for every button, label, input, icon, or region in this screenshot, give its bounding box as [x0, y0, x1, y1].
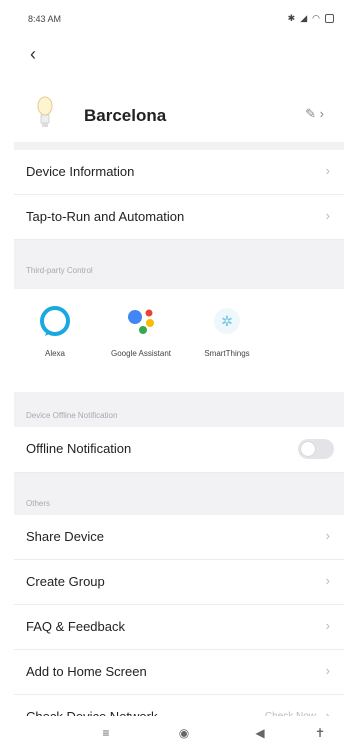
tap-to-run-row[interactable]: Tap-to-Run and Automation ›: [14, 195, 344, 240]
section-gap: [14, 240, 344, 289]
section-gap: [14, 392, 344, 427]
chevron-right-icon: ›: [325, 208, 330, 223]
faq-feedback-row[interactable]: FAQ & Feedback ›: [14, 605, 344, 650]
section-title-third-party: Third-party Control: [26, 266, 93, 275]
home-icon[interactable]: ◉: [174, 726, 194, 746]
row-label: Share Device: [26, 529, 105, 544]
alexa-icon: [37, 303, 73, 339]
chevron-right-icon: ›: [325, 618, 330, 633]
google-assistant-item[interactable]: Google Assistant: [106, 303, 176, 359]
chevron-right-icon: ›: [325, 663, 330, 678]
section-title-others: Others: [26, 499, 51, 508]
offline-notification-row: Offline Notification: [14, 427, 344, 473]
edit-name-icon[interactable]: ✎ ›: [305, 106, 324, 122]
row-label: FAQ & Feedback: [26, 619, 125, 634]
svg-text:✲: ✲: [221, 314, 233, 330]
system-nav-bar: ≡ ◉ ◀ ✝: [14, 716, 344, 751]
smartthings-label: SmartThings: [204, 349, 250, 358]
row-label: Tap-to-Run and Automation: [26, 209, 185, 224]
section-title-offline: Device Offline Notification: [26, 411, 118, 420]
google-assistant-label: Google Assistant: [110, 349, 172, 358]
accessibility-icon[interactable]: ✝: [310, 726, 330, 746]
device-header: Barcelona ✎ ›: [14, 86, 344, 142]
create-group-row[interactable]: Create Group ›: [14, 560, 344, 605]
alexa-item[interactable]: Alexa: [20, 303, 90, 359]
chevron-right-icon: ›: [325, 163, 330, 178]
add-to-home-screen-row[interactable]: Add to Home Screen ›: [14, 650, 344, 695]
section-gap: [14, 473, 344, 515]
row-label: Create Group: [26, 574, 105, 589]
menu-icon[interactable]: ≡: [96, 726, 116, 746]
offline-notification-toggle[interactable]: [298, 439, 334, 459]
google-assistant-icon: [123, 303, 159, 339]
toggle-knob: [301, 442, 315, 456]
row-label: Offline Notification: [26, 441, 132, 456]
row-label: Device Information: [26, 164, 135, 179]
status-bar: 8:43 AM ✱ ◢ ◠: [14, 0, 344, 36]
battery-icon: [325, 14, 334, 23]
divider: [14, 142, 344, 150]
smartthings-icon: ✲: [209, 303, 245, 339]
row-label: Add to Home Screen: [26, 664, 147, 679]
chevron-right-icon: ›: [325, 573, 330, 588]
status-icons: ✱ ◢ ◠: [288, 13, 334, 24]
settings-screen: 8:43 AM ✱ ◢ ◠ ‹ Barcelona ✎ › Device Inf…: [14, 0, 344, 751]
third-party-control: Alexa Google Assistant ✲ SmartThings: [14, 289, 344, 392]
status-time: 8:43 AM: [28, 14, 62, 24]
back-icon[interactable]: ◀: [250, 726, 270, 746]
light-bulb-icon: [37, 96, 53, 127]
signal-icon: ◢: [300, 13, 308, 23]
chevron-right-icon: ›: [325, 528, 330, 543]
back-arrow-icon[interactable]: ‹: [30, 44, 50, 66]
share-device-row[interactable]: Share Device ›: [14, 515, 344, 560]
device-information-row[interactable]: Device Information ›: [14, 150, 344, 195]
alexa-label: Alexa: [44, 349, 65, 358]
device-name: Barcelona: [84, 106, 167, 125]
bluetooth-icon: ✱: [287, 13, 296, 23]
smartthings-item[interactable]: ✲ SmartThings: [192, 303, 262, 359]
wifi-icon: ◠: [312, 13, 320, 23]
